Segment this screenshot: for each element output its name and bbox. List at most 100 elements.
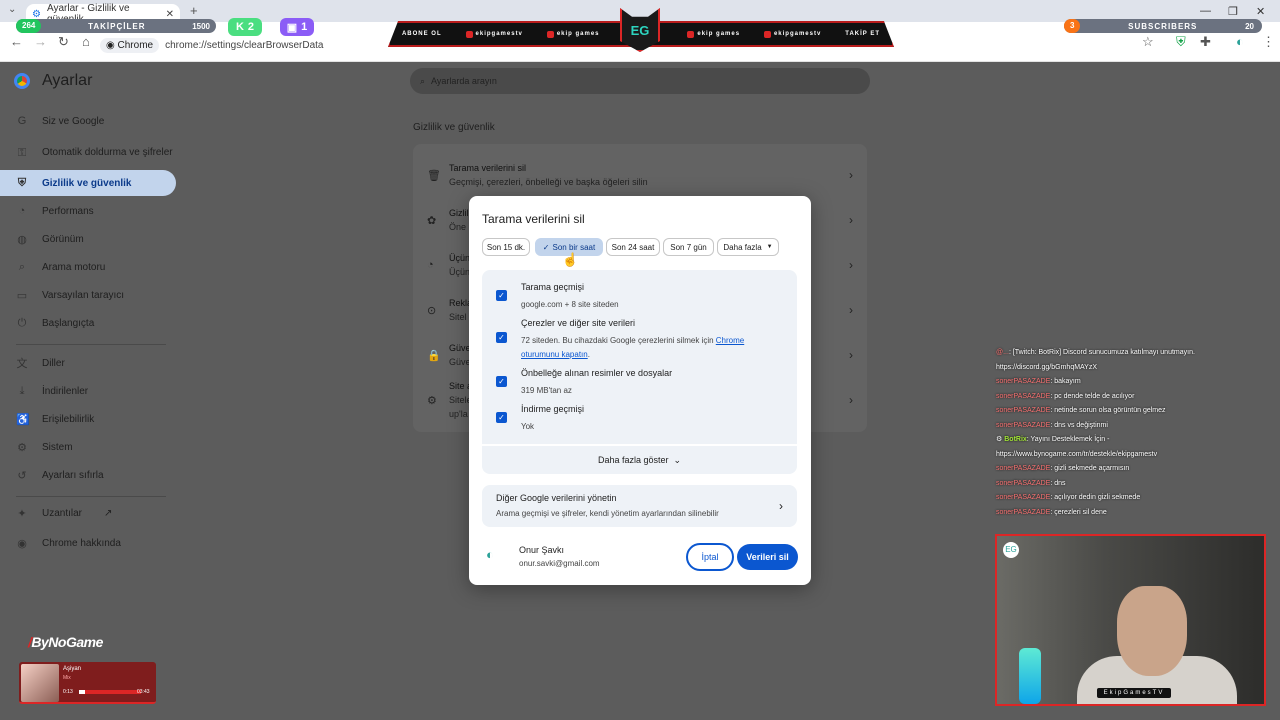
checkbox-checked-icon[interactable]: ✓: [496, 412, 507, 423]
song-title: Aşiyan: [63, 666, 82, 672]
new-tab-button[interactable]: +: [190, 3, 198, 18]
chevron-right-icon: ›: [779, 499, 783, 513]
sidebar-item[interactable]: ⚙ Sistem: [0, 434, 176, 460]
show-more-button[interactable]: Daha fazla göster ⌄: [482, 444, 797, 474]
sidebar-item[interactable]: ⤓ İndirilenler: [0, 378, 176, 404]
sidebar-item[interactable]: ⏻ Başlangıçta: [0, 310, 176, 336]
minimize-icon[interactable]: —: [1200, 5, 1211, 17]
sidebar-item[interactable]: ◉ Chrome hakkında: [0, 530, 176, 556]
maximize-icon[interactable]: ❐: [1228, 5, 1238, 18]
chat-user: sonerPASAZADE: [996, 494, 1051, 501]
range-more-dropdown[interactable]: Daha fazla ▼: [717, 238, 779, 256]
checkbox-checked-icon[interactable]: ✓: [496, 290, 507, 301]
row-title: Tarama verilerini sil: [449, 163, 527, 173]
google-data-desc: Arama geçmişi ve şifreler, kendi yönetim…: [496, 509, 719, 518]
subscribers-goal-bar: 3 SUBSCRIBERS 20: [1064, 19, 1262, 33]
option-downloads[interactable]: ✓ İndirme geçmişi Yok: [496, 404, 781, 434]
mouse-pointer-icon: ☝: [562, 252, 579, 267]
followers-count: 264: [16, 19, 42, 33]
site-info-chip[interactable]: ◉ Chrome: [100, 37, 160, 53]
sidebar-item-label: Erişilebilirlik: [42, 413, 95, 425]
sidebar-item[interactable]: ♿ Erişilebilirlik: [0, 406, 176, 432]
manage-google-data[interactable]: Diğer Google verilerini yönetin Arama ge…: [482, 485, 797, 527]
chrome-logo-icon: [14, 73, 30, 89]
menu-kebab-icon[interactable]: ⋮: [1262, 34, 1275, 50]
chat-text: : bakayım: [1050, 378, 1081, 385]
sidebar-item[interactable]: ◔ Performans: [0, 198, 176, 224]
row-icon: 🔒: [427, 349, 441, 362]
row-desc: Geçmişi, çerezleri, önbelleği ve başka ö…: [449, 177, 648, 187]
account-email: onur.savki@gmail.com: [519, 559, 600, 568]
subs-count: 3: [1064, 19, 1081, 33]
row-icon: ✿: [427, 214, 437, 227]
privacy-card-row[interactable]: 🗑 Tarama verilerini sil Geçmişi, çerezleri…: [413, 152, 867, 198]
search-placeholder: Ayarlarda arayın: [431, 76, 497, 86]
chat-message: sonerPASAZADE: çerezleri sil dene: [996, 506, 1266, 521]
close-tab-icon[interactable]: ✕: [166, 9, 174, 20]
song-artist: Mix: [63, 675, 71, 681]
row-desc: Üçün: [449, 267, 471, 277]
sidebar-item[interactable]: ⛨ Gizlilik ve güvenlik: [0, 170, 176, 196]
sidebar-item-icon: 文: [16, 358, 28, 370]
sidebar-item[interactable]: ↺ Ayarları sıfırla: [0, 462, 176, 488]
sidebar-item[interactable]: ▭ Varsayılan tarayıcı: [0, 282, 176, 308]
sidebar-item[interactable]: ◍ Görünüm: [0, 226, 176, 252]
back-icon[interactable]: ←: [10, 34, 23, 49]
option-cache[interactable]: ✓ Önbelleğe alınan resimler ve dosyalar 3…: [496, 368, 781, 398]
delete-data-button[interactable]: Verileri sil: [737, 544, 798, 570]
streamer-head: [1117, 586, 1187, 676]
url-chip-label: Chrome: [117, 39, 154, 51]
sidebar-divider: [16, 496, 166, 497]
chat-user: sonerPASAZADE: [996, 421, 1051, 429]
sidebar-item-label: İndirilenler: [42, 385, 89, 397]
sidebar-item-icon: ↺: [17, 469, 27, 482]
option-history[interactable]: ✓ Tarama geçmişi google.com + 8 site site…: [496, 282, 781, 312]
sidebar-item-icon: ◔: [18, 205, 26, 217]
sidebar-item-icon: ⚙: [17, 441, 27, 454]
sidebar-item[interactable]: ⌕ Arama motoru: [0, 254, 176, 280]
home-icon[interactable]: ⌂: [82, 34, 90, 49]
chevron-right-icon: ›: [849, 258, 853, 272]
chat-user: sonerPASAZADE: [996, 508, 1051, 516]
followers-goal: 1500: [192, 21, 210, 31]
chat-user: BotRix: [1004, 436, 1027, 443]
tab-list-icon[interactable]: ⌄: [8, 4, 16, 15]
row-title: Gizlil: [449, 208, 469, 218]
range-chip-15min[interactable]: Son 15 dk.: [482, 238, 530, 256]
chat-message: sonerPASAZADE: bakayım: [996, 375, 1266, 390]
checkbox-checked-icon[interactable]: ✓: [496, 376, 507, 387]
banner-item: ekip games: [546, 30, 600, 38]
chat-message: sonerPASAZADE: gizli sekmede açarmısın: [996, 462, 1266, 477]
sidebar-item[interactable]: ⚿ Otomatik doldurma ve şifreler: [0, 140, 176, 166]
checkbox-checked-icon[interactable]: ✓: [496, 332, 507, 343]
chevron-down-icon: ⌄: [673, 454, 682, 465]
cancel-button[interactable]: İptal: [686, 543, 734, 571]
extensions-puzzle-icon[interactable]: ✚: [1200, 34, 1211, 50]
sidebar-item[interactable]: ✦ Uzantılar ↗: [0, 500, 176, 526]
chat-text: : netinde sorun olsa görüntün gelmez: [1050, 407, 1166, 414]
followers-label: TAKİPÇİLER: [88, 21, 146, 31]
sidebar-item-label: Varsayılan tarayıcı: [42, 289, 125, 301]
profile-icon[interactable]: ◐: [1236, 34, 1244, 49]
chat-user: sonerPASAZADE: [996, 479, 1051, 487]
reload-icon[interactable]: ↻: [58, 34, 69, 50]
sidebar-item-icon: ⤓: [19, 384, 25, 397]
option-cookies[interactable]: ✓ Çerezler ve diğer site verileri 72 site…: [496, 318, 781, 362]
close-window-icon[interactable]: ✕: [1256, 5, 1265, 18]
chat-text: : gizli sekmede açarmısın: [1050, 465, 1130, 472]
section-title: Gizlilik ve güvenlik: [413, 122, 495, 133]
sidebar-item[interactable]: G Siz ve Google: [0, 108, 176, 134]
forward-icon[interactable]: →: [34, 34, 47, 49]
subs-goal: 20: [1245, 21, 1254, 31]
music-progress: [79, 690, 141, 694]
kick-counter: K2: [228, 18, 262, 36]
bookmark-star-icon[interactable]: ☆: [1142, 34, 1154, 50]
shield-extension-icon[interactable]: ⛨: [1176, 34, 1186, 50]
elapsed-time: 0:13: [63, 689, 73, 695]
range-chip-7days[interactable]: Son 7 gün: [663, 238, 714, 256]
chat-text: : açılıyor dedin gizli sekmede: [1050, 494, 1141, 501]
sidebar-item[interactable]: 文 Diller: [0, 350, 176, 376]
chat-user: sonerPASAZADE: [996, 378, 1051, 385]
range-chip-24hour[interactable]: Son 24 saat: [606, 238, 660, 256]
settings-search-input[interactable]: ⌕ Ayarlarda arayın: [410, 68, 870, 94]
